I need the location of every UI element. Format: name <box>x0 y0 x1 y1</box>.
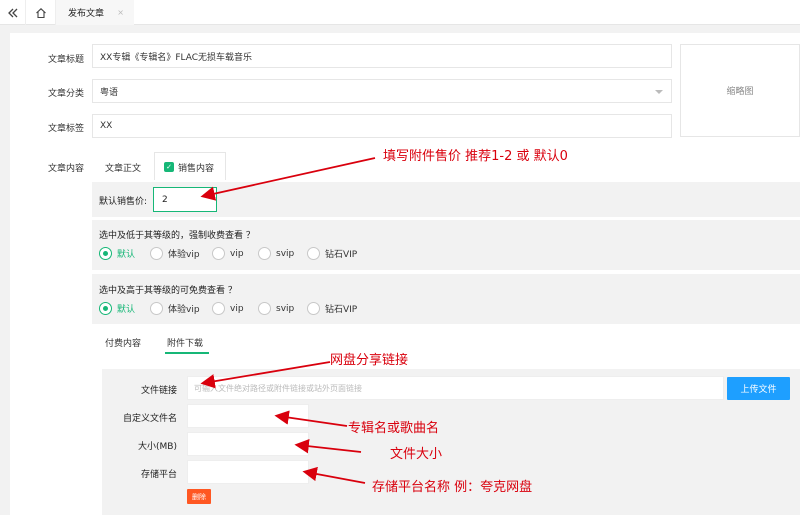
free-level-radio-label: 钻石VIP <box>325 305 358 315</box>
storage-platform-input[interactable] <box>187 460 309 484</box>
free-level-radio-4[interactable]: 钻石VIP <box>307 302 357 315</box>
free-level-panel <box>92 274 800 324</box>
paid-level-radio-label: svip <box>276 248 295 259</box>
double-chevron-left-icon[interactable] <box>0 0 26 25</box>
paid-level-radio-4[interactable]: 钻石VIP <box>307 247 357 260</box>
storage-platform-label: 存储平台 <box>140 470 177 480</box>
paid-level-radio-label: vip <box>230 248 244 259</box>
tab-close-icon[interactable]: × <box>117 8 124 17</box>
paid-level-radio-0[interactable]: 默认 <box>99 247 135 260</box>
file-link-label: 文件链接 <box>140 386 177 396</box>
paid-level-question: 选中及低于其等级的，强制收费查看 ？ <box>99 231 255 241</box>
radio-circle-icon <box>212 302 225 315</box>
home-icon[interactable] <box>26 0 56 25</box>
tab-article-body-label: 文章正文 <box>105 163 142 174</box>
tab-sales-content-label: 销售内容 <box>178 163 215 174</box>
custom-filename-input[interactable] <box>187 404 309 428</box>
tab-sales-content[interactable]: ✓ 销售内容 <box>164 155 214 179</box>
free-level-radio-label: 体验vip <box>168 305 200 315</box>
checkbox-checked-icon[interactable]: ✓ <box>164 162 174 172</box>
file-size-input[interactable] <box>187 432 309 456</box>
category-label: 文章分类 <box>47 89 84 99</box>
radio-circle-icon <box>258 247 271 260</box>
tags-input[interactable]: XX <box>92 114 672 138</box>
thumbnail-label: 缩略图 <box>726 87 754 97</box>
name-hint-annotation: 专辑名或歌曲名 <box>348 421 440 436</box>
radio-circle-icon <box>99 302 112 315</box>
free-level-radio-3[interactable]: svip <box>258 302 294 315</box>
custom-filename-label: 自定义文件名 <box>122 414 177 424</box>
price-hint-annotation: 填写附件售价 推荐1-2 或 默认0 <box>383 149 568 164</box>
top-tab-bar: 发布文章 × <box>0 0 800 25</box>
paid-level-radio-3[interactable]: svip <box>258 247 294 260</box>
size-hint-annotation: 文件大小 <box>390 447 443 462</box>
file-size-label: 大小(MB) <box>138 442 177 452</box>
paid-level-radio-label: 体验vip <box>168 250 200 260</box>
tab-article-body[interactable]: 文章正文 <box>105 155 141 179</box>
radio-circle-icon <box>307 247 320 260</box>
paid-level-radio-label: 默认 <box>117 250 136 260</box>
tab-paid-content[interactable]: 付费内容 <box>105 336 141 349</box>
free-level-radio-0[interactable]: 默认 <box>99 302 135 315</box>
platform-hint-annotation: 存储平台名称 例：夸克网盘 <box>372 480 533 495</box>
free-level-radio-2[interactable]: vip <box>212 302 244 315</box>
price-label: 默认销售价: <box>99 197 148 207</box>
tags-label: 文章标签 <box>47 124 84 134</box>
link-hint-annotation: 网盘分享链接 <box>330 353 409 368</box>
paid-level-radio-label: 钻石VIP <box>325 250 358 260</box>
tab-publish-article[interactable]: 发布文章 × <box>56 0 134 25</box>
title-input[interactable]: XX专辑《专辑名》FLAC无损车载音乐 <box>92 44 672 68</box>
title-label: 文章标题 <box>47 55 84 65</box>
upload-file-button[interactable]: 上传文件 <box>727 377 790 400</box>
radio-circle-icon <box>258 302 271 315</box>
radio-circle-icon <box>212 247 225 260</box>
delete-button[interactable]: 删除 <box>187 489 211 504</box>
radio-circle-icon <box>99 247 112 260</box>
file-link-input[interactable]: 可输入文件绝对路径或附件链接或站外页面链接 <box>187 376 724 400</box>
chevron-down-icon <box>655 90 663 94</box>
free-level-radio-label: 默认 <box>117 305 136 315</box>
free-level-question: 选中及高于其等级的可免费查看 ？ <box>99 286 237 296</box>
category-select[interactable]: 粤语 <box>92 79 672 103</box>
tab-attachment-download[interactable]: 附件下载 <box>167 336 203 349</box>
active-tab-indicator <box>165 352 209 354</box>
thumbnail-upload[interactable]: 缩略图 <box>680 44 800 137</box>
radio-circle-icon <box>150 302 163 315</box>
category-value: 粤语 <box>100 87 119 98</box>
price-input[interactable]: 2 <box>153 187 217 212</box>
free-level-radio-label: svip <box>276 303 295 314</box>
content-label: 文章内容 <box>47 164 84 174</box>
radio-circle-icon <box>307 302 320 315</box>
tab-label: 发布文章 <box>68 9 105 19</box>
free-level-radio-1[interactable]: 体验vip <box>150 302 200 315</box>
paid-level-radio-1[interactable]: 体验vip <box>150 247 200 260</box>
free-level-radio-label: vip <box>230 303 244 314</box>
paid-level-radio-2[interactable]: vip <box>212 247 244 260</box>
radio-circle-icon <box>150 247 163 260</box>
